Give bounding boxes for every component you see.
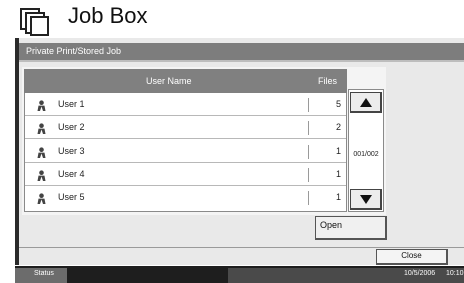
user-name: User 2 bbox=[58, 122, 85, 132]
file-count: 1 bbox=[335, 146, 341, 156]
user-name: User 4 bbox=[58, 169, 85, 179]
table-row[interactable]: User 4 1 bbox=[25, 164, 346, 186]
column-header-user-name: User Name bbox=[146, 76, 192, 86]
column-separator bbox=[308, 168, 309, 182]
file-count: 1 bbox=[335, 169, 341, 179]
user-icon bbox=[37, 100, 46, 111]
user-name: User 1 bbox=[58, 99, 85, 109]
table-row[interactable]: User 1 5 bbox=[25, 94, 346, 116]
column-separator bbox=[308, 145, 309, 159]
table-row[interactable]: User 2 2 bbox=[25, 117, 346, 139]
app-title: Job Box bbox=[68, 3, 148, 28]
arrow-down-icon bbox=[360, 195, 372, 204]
scroll-up-button[interactable] bbox=[350, 92, 382, 113]
table-row[interactable]: User 3 1 bbox=[25, 141, 346, 163]
user-name: User 5 bbox=[58, 192, 85, 202]
subtitle-text: Private Print/Stored Job bbox=[26, 46, 122, 56]
column-separator bbox=[308, 98, 309, 112]
status-time: 10:10 bbox=[446, 270, 464, 277]
close-button[interactable]: Close bbox=[376, 249, 448, 265]
column-separator bbox=[308, 121, 309, 135]
scroll-down-button[interactable] bbox=[350, 189, 382, 210]
column-separator bbox=[308, 191, 309, 205]
job-box-icon bbox=[20, 8, 49, 36]
user-name: User 3 bbox=[58, 146, 85, 156]
arrow-up-icon bbox=[360, 98, 372, 107]
divider bbox=[19, 247, 464, 248]
file-count: 2 bbox=[335, 122, 341, 132]
divider bbox=[19, 60, 464, 62]
user-icon bbox=[37, 193, 46, 204]
table-row[interactable]: User 5 1 bbox=[25, 187, 346, 209]
open-button[interactable]: Open bbox=[315, 216, 387, 240]
page-indicator: 001/002 bbox=[353, 151, 379, 158]
status-label: Status bbox=[34, 270, 54, 277]
user-icon bbox=[37, 147, 46, 158]
file-count: 1 bbox=[335, 192, 341, 202]
user-icon bbox=[37, 170, 46, 181]
file-count: 5 bbox=[335, 99, 341, 109]
status-date: 10/5/2006 bbox=[404, 270, 436, 277]
user-icon bbox=[37, 123, 46, 134]
column-header-files: Files bbox=[318, 76, 338, 86]
